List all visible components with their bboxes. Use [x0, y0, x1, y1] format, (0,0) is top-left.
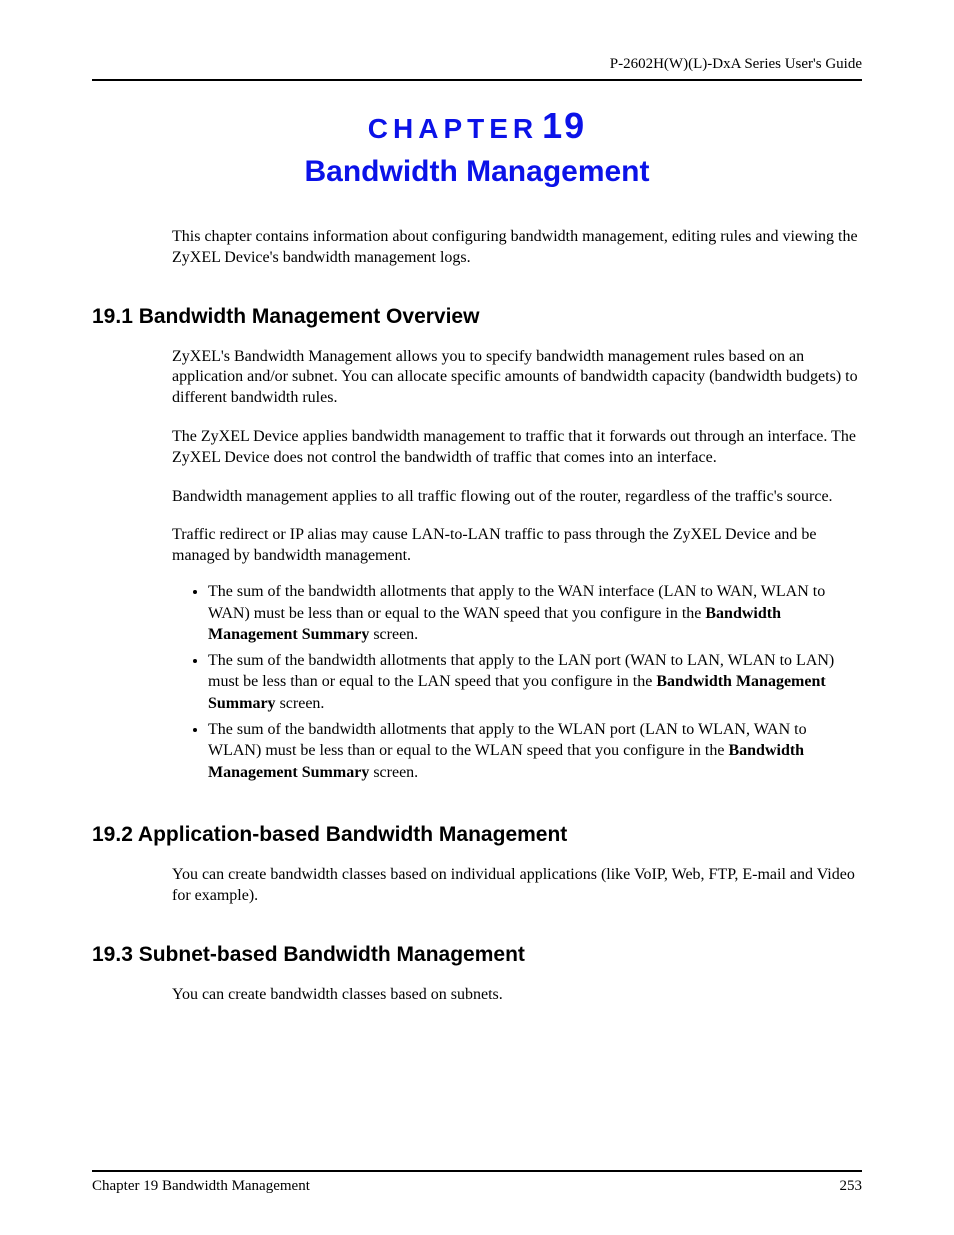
section-19-3-heading: 19.3 Subnet-based Bandwidth Management	[92, 943, 862, 967]
list-item-text: screen.	[369, 626, 418, 643]
list-item-text: screen.	[276, 695, 325, 712]
footer-chapter-label: Chapter 19 Bandwidth Management	[92, 1178, 310, 1195]
section-19-1-heading: 19.1 Bandwidth Management Overview	[92, 305, 862, 329]
section-19-1-body: ZyXEL's Bandwidth Management allows you …	[172, 329, 862, 788]
guide-title: P-2602H(W)(L)-DxA Series User's Guide	[610, 56, 862, 72]
list-item: The sum of the bandwidth allotments that…	[208, 581, 862, 646]
chapter-kicker-line: CHAPTER 19	[92, 105, 862, 147]
list-item: The sum of the bandwidth allotments that…	[208, 650, 862, 715]
paragraph: ZyXEL's Bandwidth Management allows you …	[172, 347, 862, 409]
list-item: The sum of the bandwidth allotments that…	[208, 719, 862, 784]
chapter-heading: CHAPTER 19 Bandwidth Management	[92, 105, 862, 189]
chapter-kicker-word: CHAPTER	[368, 113, 538, 144]
section-19-2-heading: 19.2 Application-based Bandwidth Managem…	[92, 823, 862, 847]
list-item-text: screen.	[369, 764, 418, 781]
list-item-text: The sum of the bandwidth allotments that…	[208, 721, 807, 760]
flex-spacer	[92, 1006, 862, 1150]
paragraph: You can create bandwidth classes based o…	[172, 865, 862, 907]
section-19-3-body: You can create bandwidth classes based o…	[172, 967, 862, 1006]
paragraph: Traffic redirect or IP alias may cause L…	[172, 525, 862, 567]
section-19-2-body: You can create bandwidth classes based o…	[172, 847, 862, 907]
footer-page-number: 253	[840, 1178, 863, 1195]
paragraph: You can create bandwidth classes based o…	[172, 985, 862, 1006]
running-footer: Chapter 19 Bandwidth Management 253	[92, 1172, 862, 1195]
chapter-kicker-number: 19	[542, 105, 586, 146]
chapter-title: Bandwidth Management	[92, 155, 862, 189]
chapter-intro: This chapter contains information about …	[172, 227, 862, 269]
running-header: P-2602H(W)(L)-DxA Series User's Guide	[92, 56, 862, 81]
bullet-list: The sum of the bandwidth allotments that…	[188, 581, 862, 783]
paragraph: The ZyXEL Device applies bandwidth manag…	[172, 427, 862, 469]
paragraph: Bandwidth management applies to all traf…	[172, 487, 862, 508]
